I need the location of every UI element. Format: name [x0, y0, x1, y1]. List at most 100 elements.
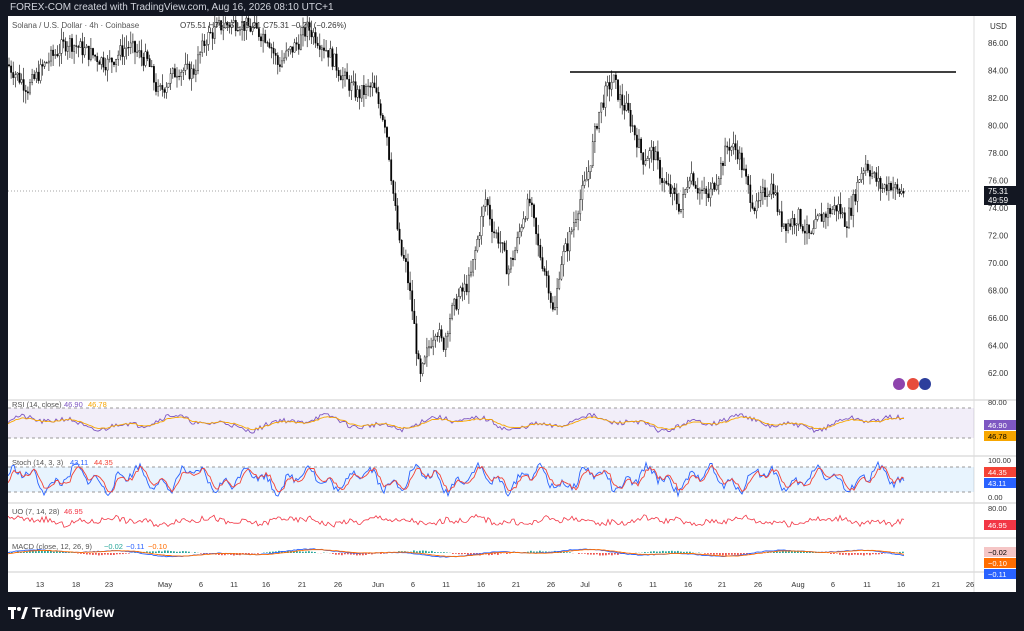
candle: [432, 329, 435, 356]
candle: [822, 212, 825, 228]
macd-hist-bar: [452, 553, 454, 554]
macd-hist-bar: [779, 551, 781, 553]
time-tick-label: 16: [684, 580, 692, 589]
candle: [762, 178, 764, 205]
macd-hist-bar: [302, 551, 304, 553]
candle: [180, 69, 183, 86]
candle: [457, 288, 460, 315]
candle: [150, 59, 153, 68]
macd-hist-bar: [200, 553, 202, 554]
macd-hist-bar: [902, 551, 904, 553]
time-tick-label: Jul: [580, 580, 590, 589]
macd-hist-bar: [854, 553, 856, 555]
macd-hist-bar: [122, 553, 124, 555]
macd-hist-bar: [596, 553, 598, 555]
candle: [58, 43, 61, 67]
time-tick-label: 21: [512, 580, 520, 589]
created-by-text: FOREX-COM created with TradingView.com, …: [10, 2, 334, 13]
candle: [741, 147, 743, 178]
candle: [394, 181, 397, 211]
price-axis[interactable]: 86.00 84.00 82.00 80.00 78.00 76.00 74.00 72.00…: [988, 39, 1009, 378]
candle: [266, 40, 269, 47]
candle: [409, 271, 411, 300]
chart-svg[interactable]: Solana / U.S. Dollar · 4h · Coinbase O75…: [8, 16, 1016, 592]
macd-hist-bar: [119, 553, 121, 555]
uo-label: UO (7, 14, 28): [12, 507, 60, 516]
time-tick-label: 21: [718, 580, 726, 589]
candle: [272, 41, 275, 65]
candle: [785, 223, 787, 243]
macd-hist-bar: [842, 553, 844, 555]
macd-hist-bar: [35, 551, 37, 553]
macd-hist-bar: [875, 553, 877, 555]
chart-area[interactable]: Solana / U.S. Dollar · 4h · Coinbase O75…: [8, 16, 1016, 592]
candle: [860, 167, 863, 183]
candle: [623, 95, 626, 120]
candle: [354, 73, 357, 101]
macd-hist-bar: [431, 550, 433, 553]
candle: [436, 332, 439, 342]
macd-hist-value: −0.02: [104, 542, 123, 551]
candle: [501, 242, 504, 254]
candle: [176, 67, 178, 88]
candle: [461, 282, 464, 302]
macd-hist-bar: [668, 551, 670, 553]
macd-hist-bar: [653, 551, 655, 553]
macd-hist-bar: [680, 551, 682, 553]
price-tick-label: 70.00: [988, 259, 1009, 268]
macd-hist-bar: [446, 552, 448, 553]
macd-hist-bar: [194, 552, 196, 553]
macd-hist-bar: [731, 553, 733, 555]
time-tick-label: Aug: [791, 580, 804, 589]
candle: [846, 221, 848, 238]
candle: [852, 189, 855, 228]
candle: [333, 53, 336, 67]
time-axis[interactable]: 13 18 23 May 6 11 16 21 26 Jun 6 11 16 21 26 Jul 6 11 16 21…: [36, 580, 974, 589]
candle: [27, 86, 29, 100]
macd-hist-bar: [677, 550, 679, 553]
candle: [621, 83, 624, 115]
candle: [514, 246, 516, 261]
price-pane[interactable]: [8, 16, 905, 383]
candle: [352, 70, 355, 86]
candle: [524, 215, 527, 223]
candle: [564, 238, 567, 253]
candle: [384, 116, 386, 134]
currency-flags-icon[interactable]: [893, 378, 931, 390]
macd-hist-bar: [869, 553, 871, 556]
macd-hist-bar: [455, 553, 457, 554]
candle: [138, 40, 141, 59]
candle: [453, 298, 456, 316]
countdown-value: 49:59: [988, 196, 1009, 205]
candle: [795, 223, 798, 237]
time-tick-label: 18: [72, 580, 80, 589]
candle: [810, 230, 813, 235]
uo-line[interactable]: [8, 513, 905, 528]
candle: [144, 43, 147, 68]
candle: [734, 134, 737, 160]
uo-axis-top: 80.00: [988, 504, 1007, 513]
candle: [293, 38, 296, 53]
macd-hist-bar: [851, 553, 853, 555]
candle: [92, 47, 94, 59]
candle: [163, 87, 166, 99]
macd-hist-bar: [506, 553, 508, 554]
candle: [152, 64, 155, 91]
macd-hist-bar: [41, 550, 43, 553]
candle: [10, 60, 13, 79]
tradingview-logo-icon: [8, 606, 28, 619]
macd-hist-bar: [662, 550, 664, 553]
macd-hist-bar: [656, 551, 658, 553]
brand-name: TradingView: [32, 604, 115, 620]
macd-hist-bar: [125, 553, 127, 554]
candle: [871, 166, 874, 180]
candle: [673, 182, 676, 201]
candle: [197, 46, 199, 75]
candle: [18, 64, 21, 85]
macd-hist-bar: [173, 551, 175, 553]
candle: [591, 133, 594, 169]
tradingview-logo[interactable]: TradingView: [8, 604, 114, 620]
candle: [694, 181, 697, 190]
macd-hist-bar: [599, 553, 601, 556]
macd-hist-bar: [509, 553, 511, 554]
